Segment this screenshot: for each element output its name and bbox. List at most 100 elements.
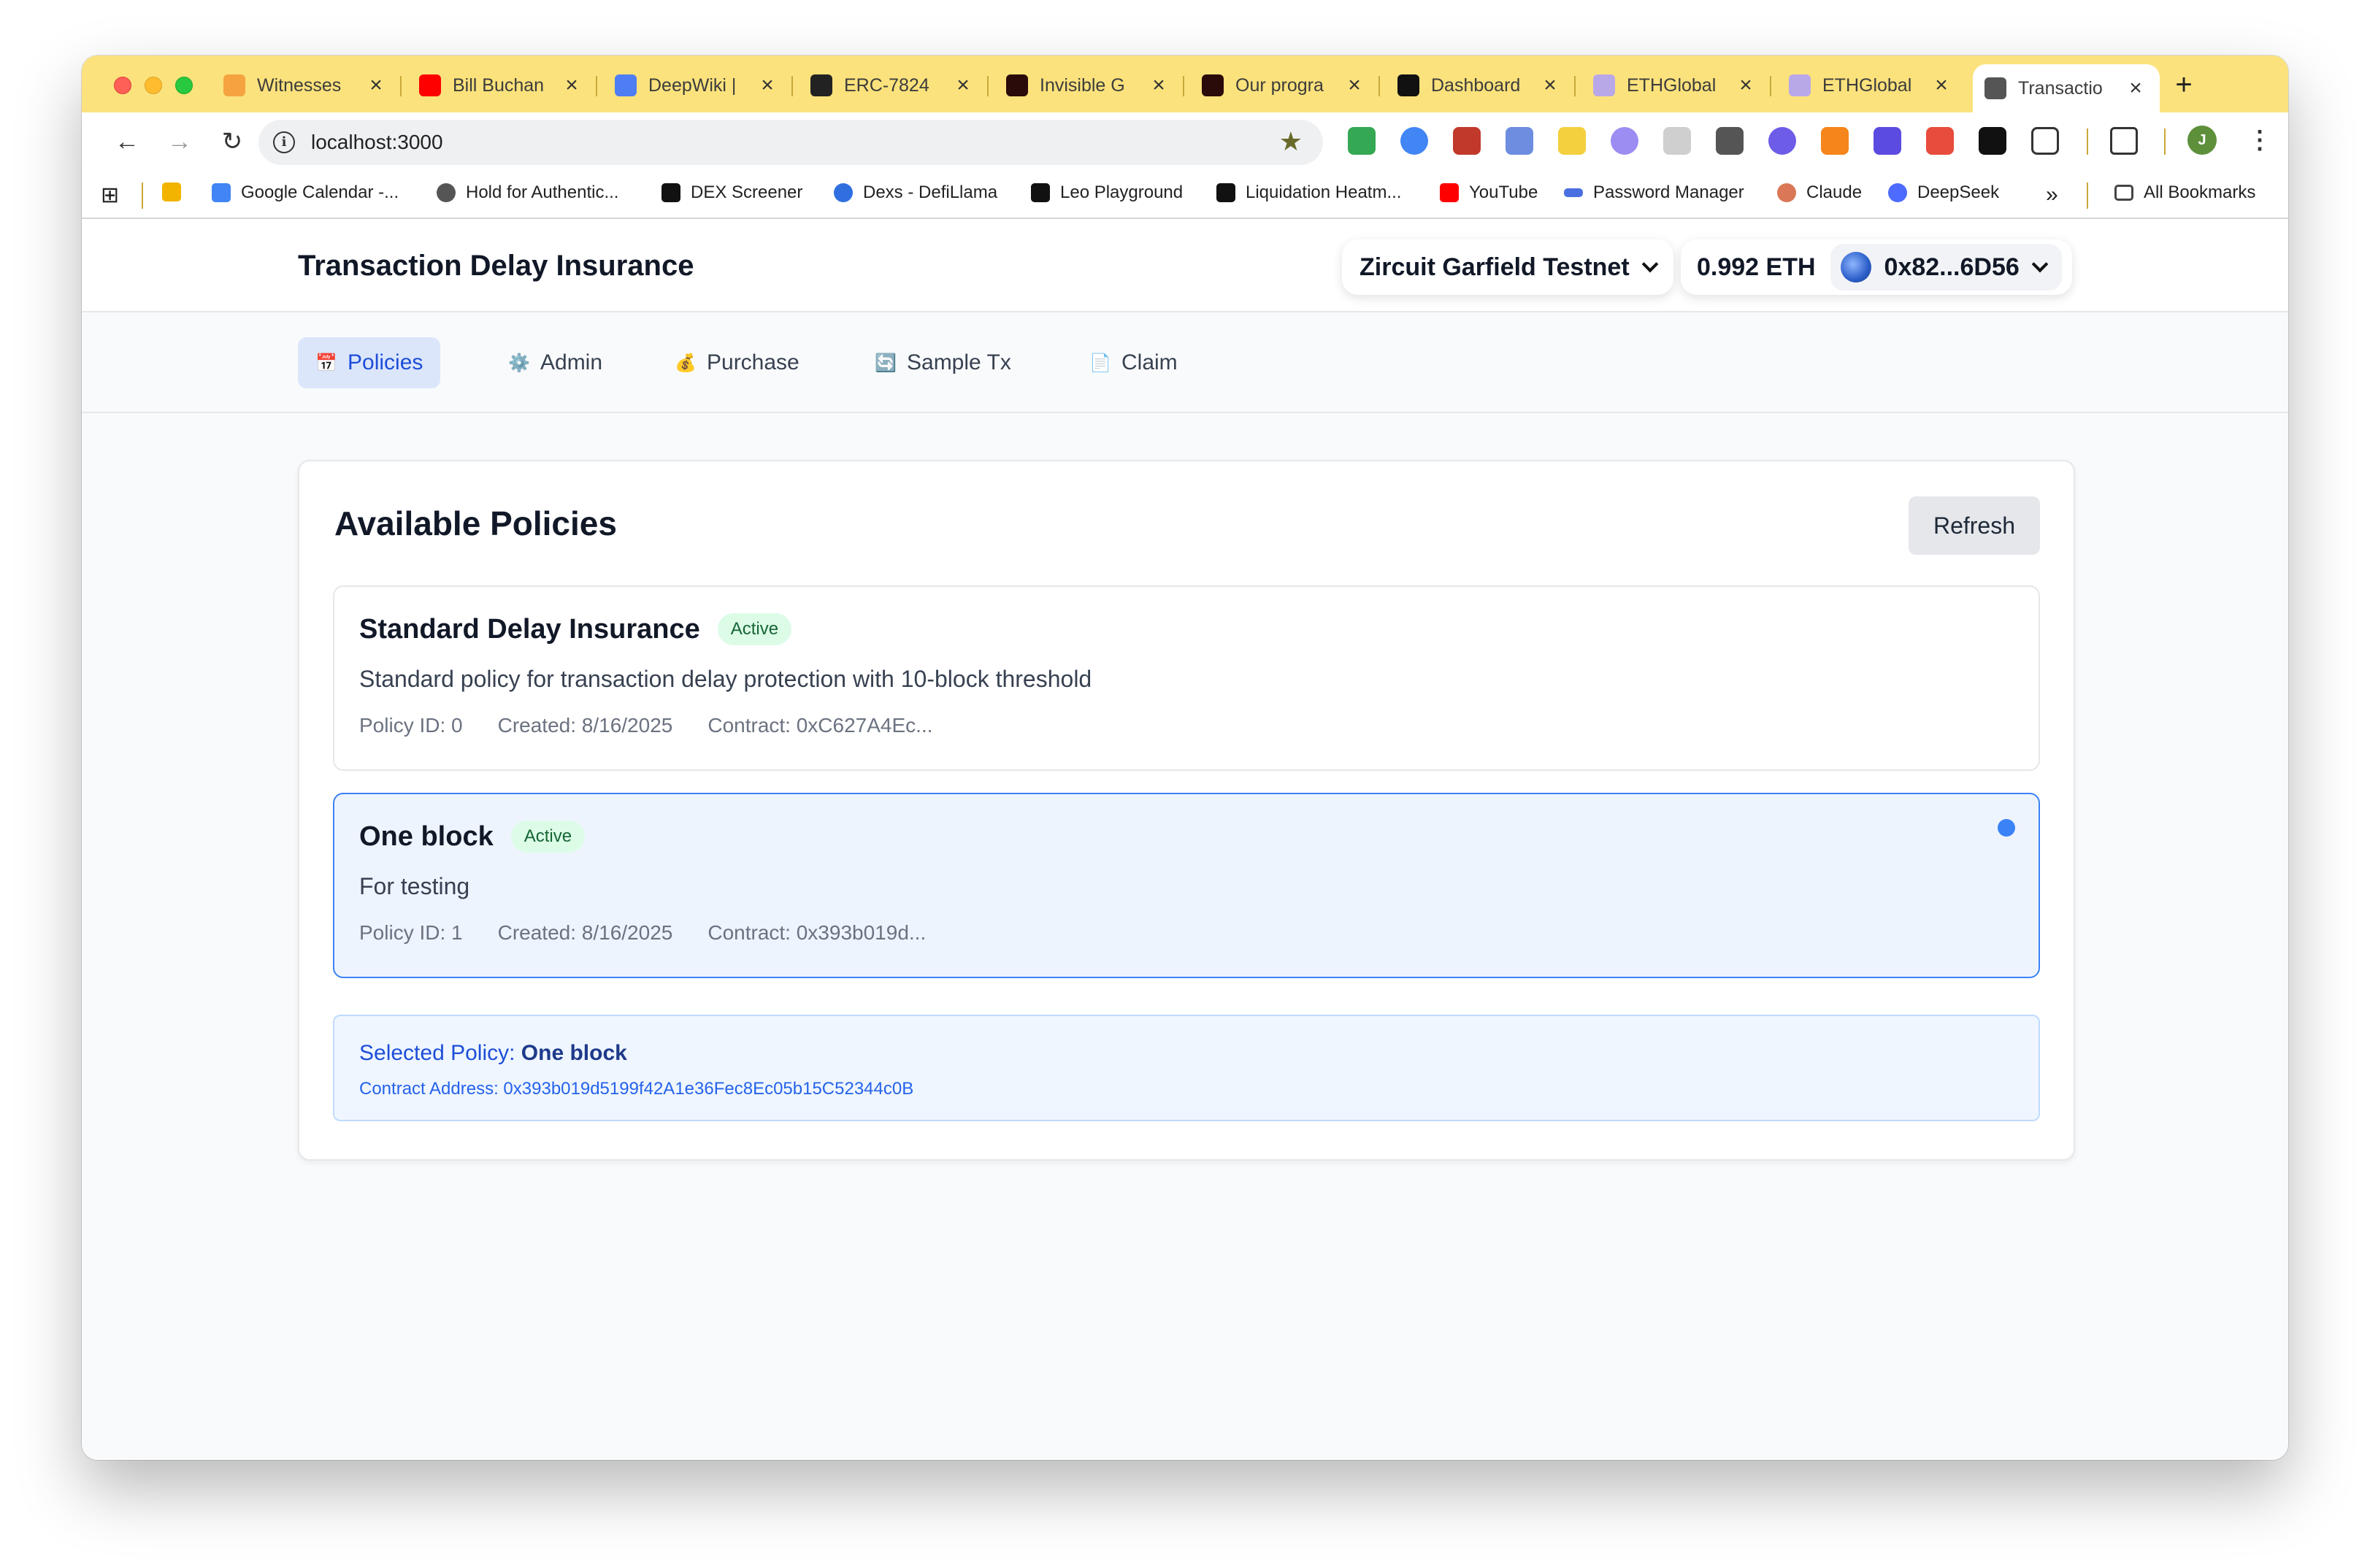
tab-purchase[interactable]: 💰 Purchase	[657, 337, 817, 388]
bookmark-item[interactable]: Hold for Authentic...	[437, 182, 618, 203]
browser-tab[interactable]: DeepWiki | ×	[603, 64, 793, 107]
tab-claim[interactable]: 📄 Claim	[1072, 337, 1195, 388]
bookmark-item[interactable]: DEX Screener	[661, 182, 802, 203]
close-tab-icon[interactable]: ×	[1148, 73, 1170, 98]
bookmarks-overflow-button[interactable]: »	[2046, 182, 2058, 207]
close-window-button[interactable]	[114, 77, 131, 94]
tab-favicon-icon	[1202, 74, 1224, 96]
tab-admin[interactable]: ⚙️ Admin	[491, 337, 620, 388]
network-name: Zircuit Garfield Testnet	[1360, 253, 1630, 281]
extension-icon[interactable]	[1611, 127, 1638, 155]
tab-title: ETHGlobal	[1627, 74, 1717, 96]
extension-icon[interactable]	[1979, 127, 2006, 155]
forward-arrow-icon[interactable]: →	[165, 127, 194, 156]
address-bar[interactable]: i localhost:3000 ★	[258, 120, 1323, 165]
browser-tab[interactable]: ETHGlobal ×	[1777, 64, 1966, 107]
bookmark-item[interactable]: DeepSeek	[1888, 182, 1999, 203]
back-arrow-icon[interactable]: ←	[112, 127, 142, 156]
tab-title: Our progra	[1235, 74, 1324, 96]
chevron-down-icon	[2031, 255, 2049, 273]
zoom-window-button[interactable]	[175, 77, 193, 94]
menu-kebab-icon[interactable]: ⋮	[2247, 124, 2272, 156]
apps-grid-icon[interactable]: ⊞	[101, 182, 119, 208]
profile-avatar[interactable]: J	[2187, 126, 2217, 155]
new-tab-button[interactable]: +	[2167, 69, 2201, 101]
extension-icon[interactable]	[1558, 127, 1586, 155]
extension-icon[interactable]	[1453, 127, 1481, 155]
extension-icon[interactable]	[1400, 127, 1428, 155]
tab-label: Admin	[540, 350, 603, 374]
policy-meta: Policy ID: 0 Created: 8/16/2025 Contract…	[359, 714, 933, 737]
metamask-extension-icon[interactable]	[1821, 127, 1849, 155]
bookmark-item[interactable]: Google Calendar -...	[212, 182, 399, 203]
extension-icon[interactable]	[1768, 127, 1796, 155]
main-content: Available Policies Refresh Standard Dela…	[82, 413, 2288, 1460]
gear-icon: ⚙️	[508, 353, 530, 373]
tab-title: ERC-7824	[844, 74, 929, 96]
bookmark-label: Password Manager	[1593, 182, 1744, 202]
translate-extension-icon[interactable]	[1506, 127, 1533, 155]
close-tab-icon[interactable]: ×	[1539, 73, 1561, 98]
app-nav: 📅 Policies ⚙️ Admin 💰 Purchase 🔄 Sample …	[82, 312, 2288, 413]
globe-icon	[1984, 77, 2006, 99]
browser-tab[interactable]: ERC-7824 ×	[799, 64, 989, 107]
reload-icon[interactable]: ↻	[218, 127, 247, 156]
browser-tab[interactable]: Dashboard ×	[1386, 64, 1576, 107]
account-button[interactable]: 0x82...6D56	[1830, 244, 2062, 291]
browser-tab[interactable]: Invisible G ×	[994, 64, 1184, 107]
extensions-puzzle-icon[interactable]	[2031, 127, 2059, 155]
tab-favicon-icon	[615, 74, 637, 96]
policy-created: Created: 8/16/2025	[497, 921, 673, 944]
bookmark-item[interactable]: YouTube	[1440, 182, 1538, 203]
browser-tab[interactable]: ETHGlobal ×	[1581, 64, 1771, 107]
document-icon: 📄	[1089, 353, 1111, 373]
app-header: Transaction Delay Insurance Zircuit Garf…	[82, 219, 2288, 312]
search-tabs-icon[interactable]	[2110, 127, 2138, 155]
browser-tab[interactable]: Witnesses ×	[212, 64, 402, 107]
bookmark-item[interactable]: Liquidation Heatm...	[1216, 182, 1401, 203]
url-text[interactable]: localhost:3000	[311, 131, 443, 154]
bookmark-item[interactable]	[162, 182, 191, 201]
bookmark-label: DEX Screener	[691, 182, 803, 202]
close-tab-icon[interactable]: ×	[1735, 73, 1757, 98]
policy-card[interactable]: Standard Delay Insurance Active Standard…	[333, 585, 2040, 771]
minimize-window-button[interactable]	[145, 77, 162, 94]
all-bookmarks-button[interactable]: All Bookmarks	[2114, 182, 2255, 203]
close-tab-icon[interactable]: ×	[2125, 76, 2147, 101]
site-info-icon[interactable]: i	[273, 131, 295, 153]
policies-card: Available Policies Refresh Standard Dela…	[298, 460, 2075, 1161]
browser-window: Witnesses × Bill Buchan × DeepWiki | × E…	[82, 55, 2288, 1460]
network-selector[interactable]: Zircuit Garfield Testnet	[1342, 239, 1673, 295]
bookmark-item[interactable]: Dexs - DefiLlama	[834, 182, 997, 203]
bookmark-item[interactable]: Claude	[1777, 182, 1862, 203]
tab-strip: Witnesses × Bill Buchan × DeepWiki | × E…	[82, 55, 2288, 112]
close-tab-icon[interactable]: ×	[1343, 73, 1365, 98]
bookmark-item[interactable]: Leo Playground	[1031, 182, 1183, 203]
google-drive-extension-icon[interactable]	[1348, 127, 1376, 155]
extension-icon[interactable]	[1926, 127, 1954, 155]
refresh-button[interactable]: Refresh	[1909, 496, 2040, 555]
policy-card-selected[interactable]: One block Active For testing Policy ID: …	[333, 793, 2040, 978]
youtube-icon	[1440, 183, 1459, 202]
tab-sample-tx[interactable]: 🔄 Sample Tx	[857, 337, 1029, 388]
bookmark-label: Claude	[1806, 182, 1863, 202]
status-badge: Active	[717, 613, 792, 645]
bookmark-star-icon[interactable]: ★	[1279, 128, 1303, 155]
extension-icon[interactable]	[1663, 127, 1691, 155]
close-tab-icon[interactable]: ×	[756, 73, 778, 98]
account-avatar	[1840, 252, 1871, 283]
extension-icon[interactable]	[1716, 127, 1744, 155]
wallet-account[interactable]: 0.992 ETH 0x82...6D56	[1681, 239, 2072, 295]
close-tab-icon[interactable]: ×	[1930, 73, 1952, 98]
close-tab-icon[interactable]: ×	[561, 73, 583, 98]
leo-icon	[1031, 183, 1050, 202]
close-tab-icon[interactable]: ×	[365, 73, 387, 98]
extension-icon[interactable]	[1874, 127, 1901, 155]
browser-tab[interactable]: Our progra ×	[1190, 64, 1380, 107]
bookmark-item[interactable]: Password Manager	[1564, 182, 1744, 203]
close-tab-icon[interactable]: ×	[952, 73, 974, 98]
browser-tab-active[interactable]: Transactio ×	[1973, 64, 2160, 112]
browser-tab[interactable]: Bill Buchan ×	[407, 64, 597, 107]
tab-policies[interactable]: 📅 Policies	[298, 337, 441, 388]
defillama-icon	[834, 183, 853, 202]
